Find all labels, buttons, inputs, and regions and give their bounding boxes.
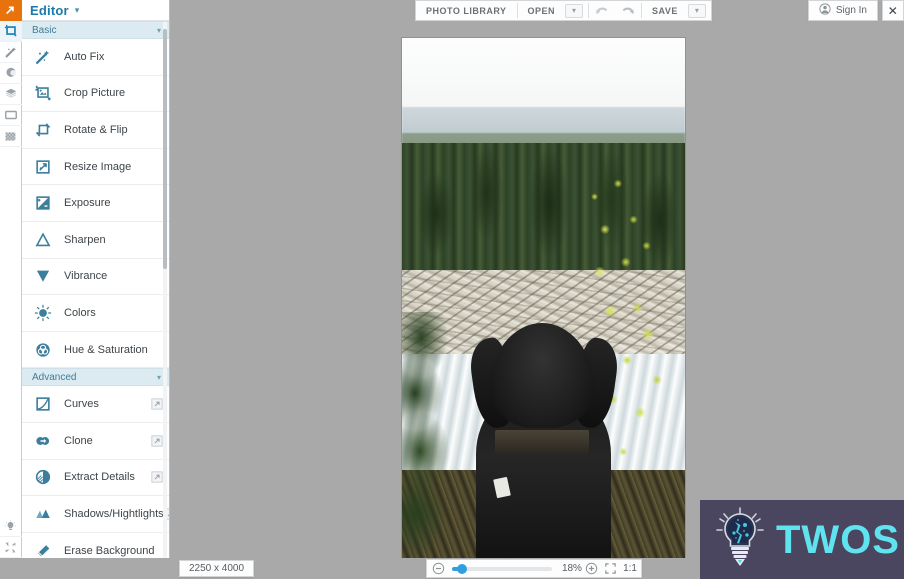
menu-item-auto-fix[interactable]: Auto Fix: [22, 39, 169, 76]
redo-arrow-icon[interactable]: [615, 1, 641, 20]
menu-item-label: Colors: [64, 306, 96, 319]
zoom-slider[interactable]: [451, 563, 552, 574]
sign-in-button[interactable]: Sign In: [809, 1, 877, 20]
page-title: Editor: [30, 2, 69, 18]
open-dropdown-chevron-down-icon[interactable]: ▾: [565, 3, 584, 18]
lightbulb-logo-icon: [714, 506, 766, 573]
menu-item-shadows-highlights[interactable]: Shadows/Hightlights: [22, 496, 169, 533]
image-dimensions-label: 2250 x 4000: [179, 560, 255, 577]
menu-item-hue-saturation[interactable]: Hue & Saturation: [22, 331, 169, 369]
group-header-basic[interactable]: Basic ▾: [22, 21, 169, 39]
crop-picture-icon: [32, 82, 54, 104]
chevron-down-icon[interactable]: ▾: [157, 26, 161, 35]
editor-panel: Editor ▾ Basic ▾ Auto Fix Crop Picture R…: [22, 0, 170, 579]
tips-button[interactable]: [0, 516, 22, 537]
fullscreen-button[interactable]: [0, 537, 22, 558]
sign-in-group: Sign In: [807, 0, 878, 21]
clone-icon: [32, 430, 54, 452]
menu-item-crop-picture[interactable]: Crop Picture: [22, 75, 169, 113]
zoom-controls: 18% 1:1: [426, 559, 642, 578]
frames-tool[interactable]: [0, 105, 22, 126]
shadows-highlights-icon: [32, 503, 54, 525]
save-dropdown-chevron-down-icon[interactable]: ▾: [687, 3, 706, 18]
undo-arrow-icon[interactable]: [589, 1, 615, 20]
menu-item-label: Sharpen: [64, 233, 106, 246]
menu-item-label: Extract Details: [64, 471, 135, 484]
group-header-advanced[interactable]: Advanced ▾: [22, 368, 169, 387]
menu-item-label: Curves: [64, 398, 99, 411]
menu-item-clone[interactable]: Clone: [22, 422, 169, 460]
menu-item-curves[interactable]: Curves: [22, 386, 169, 423]
image-canvas[interactable]: [170, 21, 904, 565]
top-toolbar: PHOTO LIBRARY OPEN ▾ SAVE ▾ Sign In ✕: [170, 0, 904, 21]
watermark-text: TWOS: [776, 517, 900, 562]
hue-saturation-icon: [32, 339, 54, 361]
group-label: Basic: [32, 24, 57, 36]
menu-item-rotate-flip[interactable]: Rotate & Flip: [22, 112, 169, 149]
curves-icon: [32, 393, 54, 415]
photo-frame[interactable]: [402, 38, 685, 565]
texture-tool[interactable]: [0, 126, 22, 147]
open-button[interactable]: OPEN: [518, 1, 566, 20]
menu-item-vibrance[interactable]: Vibrance: [22, 258, 169, 296]
photo-left-conifer: [402, 312, 459, 565]
menu-item-label: Exposure: [64, 197, 111, 210]
vibrance-icon: [32, 265, 54, 287]
menu-item-label: Hue & Saturation: [64, 343, 148, 356]
magic-wand-tool[interactable]: [0, 42, 22, 63]
save-button[interactable]: SAVE: [642, 1, 688, 20]
group-label: Advanced: [32, 371, 77, 383]
menu-item-extract-details[interactable]: Extract Details: [22, 459, 169, 497]
photo-preview[interactable]: [402, 38, 685, 565]
premium-badge-icon: [151, 398, 163, 410]
tool-rail: ?: [0, 0, 22, 579]
close-icon[interactable]: ✕: [883, 1, 904, 20]
sharpen-triangle-icon: [32, 229, 54, 251]
menu-item-label: Auto Fix: [64, 50, 105, 63]
actual-size-button[interactable]: 1:1: [623, 563, 637, 574]
menu-item-label: Clone: [64, 434, 93, 447]
close-window-group: ✕: [882, 0, 904, 21]
extract-details-icon: [32, 466, 54, 488]
watermark-overlay: TWOS: [700, 500, 904, 579]
menu-item-label: Crop Picture: [64, 87, 126, 100]
zoom-slider-thumb[interactable]: [456, 563, 467, 574]
orange-arrow-logo-icon[interactable]: [0, 0, 22, 21]
fit-to-screen-icon[interactable]: [600, 561, 620, 577]
layers-tool[interactable]: [0, 84, 22, 105]
user-avatar-icon: [819, 3, 831, 18]
menu-item-label: Vibrance: [64, 270, 108, 283]
menu-item-label: Rotate & Flip: [64, 123, 128, 136]
editor-window: ? Editor ▾ Basic ▾ Auto Fix: [0, 0, 904, 579]
retouch-tool[interactable]: [0, 63, 22, 84]
resize-image-icon: [32, 156, 54, 178]
menu-item-resize-image[interactable]: Resize Image: [22, 148, 169, 186]
menu-item-colors[interactable]: Colors: [22, 295, 169, 332]
crop-tool[interactable]: [0, 21, 22, 42]
zoom-percent-label: 18%: [561, 563, 582, 574]
colors-icon: [32, 302, 54, 324]
zoom-in-circle-icon[interactable]: [582, 561, 600, 577]
menu-item-sharpen[interactable]: Sharpen: [22, 221, 169, 259]
panel-header[interactable]: Editor ▾: [22, 0, 169, 21]
menu-item-exposure[interactable]: Exposure: [22, 185, 169, 222]
photo-library-button[interactable]: PHOTO LIBRARY: [416, 1, 517, 20]
rotate-flip-icon: [32, 119, 54, 141]
menu-item-label: Shadows/Hightlights: [64, 507, 164, 520]
toolbar-main-group: PHOTO LIBRARY OPEN ▾ SAVE ▾: [415, 0, 712, 21]
zoom-out-circle-icon[interactable]: [431, 561, 446, 577]
sign-in-label: Sign In: [835, 5, 867, 16]
panel-scrollbar-thumb[interactable]: [163, 29, 167, 269]
chevron-down-icon[interactable]: ▾: [157, 373, 161, 382]
magic-wand-icon: [32, 46, 54, 68]
menu-item-label: Erase Background: [64, 544, 155, 557]
exposure-icon: [32, 192, 54, 214]
menu-item-label: Resize Image: [64, 160, 132, 173]
premium-badge-icon: [151, 435, 163, 447]
photo-dog-collar: [495, 430, 589, 455]
chevron-down-icon[interactable]: ▾: [75, 5, 80, 16]
premium-badge-icon: [151, 471, 163, 483]
